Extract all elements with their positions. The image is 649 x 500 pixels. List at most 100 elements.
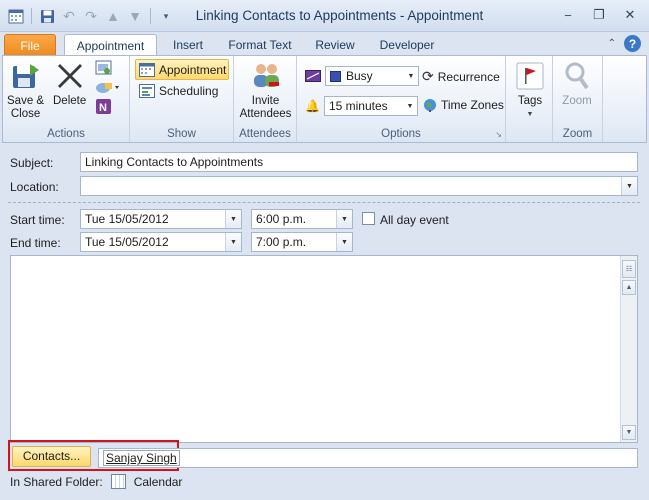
zoom-button-label: Zoom	[562, 95, 592, 107]
scroll-up-icon[interactable]: ▲	[622, 280, 636, 295]
group-attendees: Invite Attendees Attendees	[234, 56, 297, 142]
help-icon[interactable]: ?	[624, 35, 641, 52]
start-time-select[interactable]: 6:00 p.m. ▼	[251, 209, 353, 229]
actions-group-label: Actions	[47, 128, 85, 140]
close-icon[interactable]: ✕	[623, 7, 637, 22]
minimize-icon[interactable]: −	[561, 8, 575, 23]
start-date-picker[interactable]: Tue 15/05/2012 ▼	[80, 209, 242, 229]
ribbon: Save & Close Delete N Actions Appointmen…	[2, 55, 647, 143]
end-date-picker[interactable]: Tue 15/05/2012 ▼	[80, 232, 242, 252]
time-zones-label: Time Zones	[441, 98, 504, 112]
meeting-icon[interactable]	[95, 79, 121, 95]
attendees-group-label: Attendees	[239, 128, 291, 140]
delete-label: Delete	[53, 95, 87, 107]
appointment-form: Subject: Linking Contacts to Appointment…	[2, 143, 647, 500]
scheduling-label: Scheduling	[159, 84, 219, 98]
chevron-down-icon[interactable]: ▼	[621, 177, 637, 195]
globe-icon	[424, 99, 436, 112]
show-as-icon	[305, 70, 321, 82]
tab-file[interactable]: File	[4, 34, 56, 56]
folder-name: Calendar	[133, 474, 183, 489]
end-time-label: End time:	[10, 236, 61, 250]
appointment-button[interactable]: Appointment	[135, 59, 229, 80]
bell-icon: 🔔	[305, 99, 320, 113]
show-as-row: Busy ▼	[305, 66, 419, 86]
all-day-checkbox[interactable]	[362, 212, 375, 225]
save-close-label: Save &	[7, 95, 45, 107]
chevron-down-icon[interactable]: ▼	[225, 210, 241, 228]
invite-attendees-button[interactable]: Invite Attendees	[234, 60, 297, 121]
delete-x-icon	[57, 64, 82, 88]
contacts-input[interactable]: Sanjay Singh	[98, 448, 638, 468]
save-close-label-2: Close	[10, 108, 41, 120]
show-as-select[interactable]: Busy ▼	[325, 66, 419, 86]
chevron-down-icon: ▼	[407, 72, 415, 80]
reminder-select[interactable]: 15 minutes ▼	[323, 96, 418, 116]
onenote-icon[interactable]: N	[95, 98, 113, 116]
appointment-label: Appointment	[159, 62, 227, 77]
minimize-ribbon-icon[interactable]: ⌃	[608, 38, 616, 49]
restore-icon[interactable]: ❐	[592, 7, 606, 22]
split-view-icon[interactable]: ☷	[622, 260, 636, 278]
location-input[interactable]: ▼	[80, 176, 638, 196]
start-date-value: Tue 15/05/2012	[85, 212, 169, 226]
start-time-label: Start time:	[10, 213, 65, 227]
end-time-select[interactable]: 7:00 p.m. ▼	[251, 232, 353, 252]
location-label: Location:	[10, 180, 59, 194]
zoom-group-label: Zoom	[562, 128, 593, 140]
contact-chip[interactable]: Sanjay Singh	[103, 450, 180, 466]
shared-folder-row: In Shared Folder: Calendar	[10, 474, 182, 489]
tab-format-text[interactable]: Format Text	[222, 34, 298, 56]
recurrence-label: Recurrence	[437, 69, 500, 84]
forward-icon[interactable]	[95, 60, 113, 76]
zoom-button[interactable]: Zoom	[561, 60, 593, 108]
dialog-launcher-icon[interactable]: ↘	[495, 130, 502, 139]
save-close-button[interactable]: Save & Close	[7, 60, 44, 121]
vertical-scrollbar[interactable]: ☷ ▲ ▼	[620, 256, 637, 442]
tab-appointment[interactable]: Appointment	[64, 34, 157, 57]
reminder-value: 15 minutes	[328, 99, 388, 113]
invite-label-2: Attendees	[239, 108, 292, 120]
chevron-down-icon: ▼	[526, 111, 534, 118]
recurrence-button[interactable]: ⟳ Recurrence	[422, 68, 500, 85]
flag-icon	[516, 62, 544, 90]
delete-button[interactable]: Delete	[53, 60, 86, 108]
tab-review[interactable]: Review	[309, 34, 361, 56]
tags-button[interactable]: Tags ▼	[514, 60, 546, 121]
all-day-label: All day event	[380, 213, 449, 227]
ribbon-tabs: File Appointment Insert Format Text Revi…	[0, 32, 649, 57]
group-tags: Tags ▼	[506, 56, 553, 142]
start-time-value: 6:00 p.m.	[256, 212, 307, 226]
scroll-down-icon[interactable]: ▼	[622, 425, 636, 440]
subject-label: Subject:	[10, 156, 54, 170]
scheduling-button[interactable]: Scheduling	[139, 84, 218, 98]
form-divider	[8, 202, 640, 203]
busy-swatch	[330, 70, 341, 82]
calendar-icon	[110, 474, 126, 489]
chevron-down-icon[interactable]: ▼	[336, 210, 352, 228]
reminder-row: 🔔 15 minutes ▼	[305, 96, 418, 116]
invite-label: Invite	[251, 95, 280, 107]
chevron-down-icon[interactable]: ▼	[336, 233, 352, 251]
save-close-icon	[12, 64, 39, 88]
magnifier-icon	[565, 62, 589, 90]
chevron-down-icon[interactable]: ▼	[225, 233, 241, 251]
group-actions: Save & Close Delete N Actions	[3, 56, 130, 142]
svg-text:N: N	[99, 102, 107, 114]
recurrence-icon: ⟳	[422, 68, 434, 84]
time-zones-button[interactable]: Time Zones	[423, 98, 504, 112]
tab-developer[interactable]: Developer	[373, 34, 441, 56]
folder-label: In Shared Folder:	[10, 474, 103, 489]
end-time-value: 7:00 p.m.	[256, 235, 307, 249]
options-group-label: Options	[381, 128, 421, 140]
end-date-value: Tue 15/05/2012	[85, 235, 169, 249]
show-as-value: Busy	[346, 69, 373, 83]
window-title: Linking Contacts to Appointments - Appoi…	[195, 8, 484, 23]
group-show: Appointment Scheduling Show	[130, 56, 234, 142]
show-group-label: Show	[167, 128, 196, 140]
subject-input[interactable]: Linking Contacts to Appointments	[80, 152, 638, 172]
tab-insert[interactable]: Insert	[165, 34, 211, 56]
group-options: Busy ▼ 🔔 15 minutes ▼ ⟳ Recurrence Time …	[297, 56, 506, 142]
contacts-button[interactable]: Contacts...	[12, 446, 91, 467]
notes-body[interactable]: ☷ ▲ ▼	[10, 255, 638, 443]
